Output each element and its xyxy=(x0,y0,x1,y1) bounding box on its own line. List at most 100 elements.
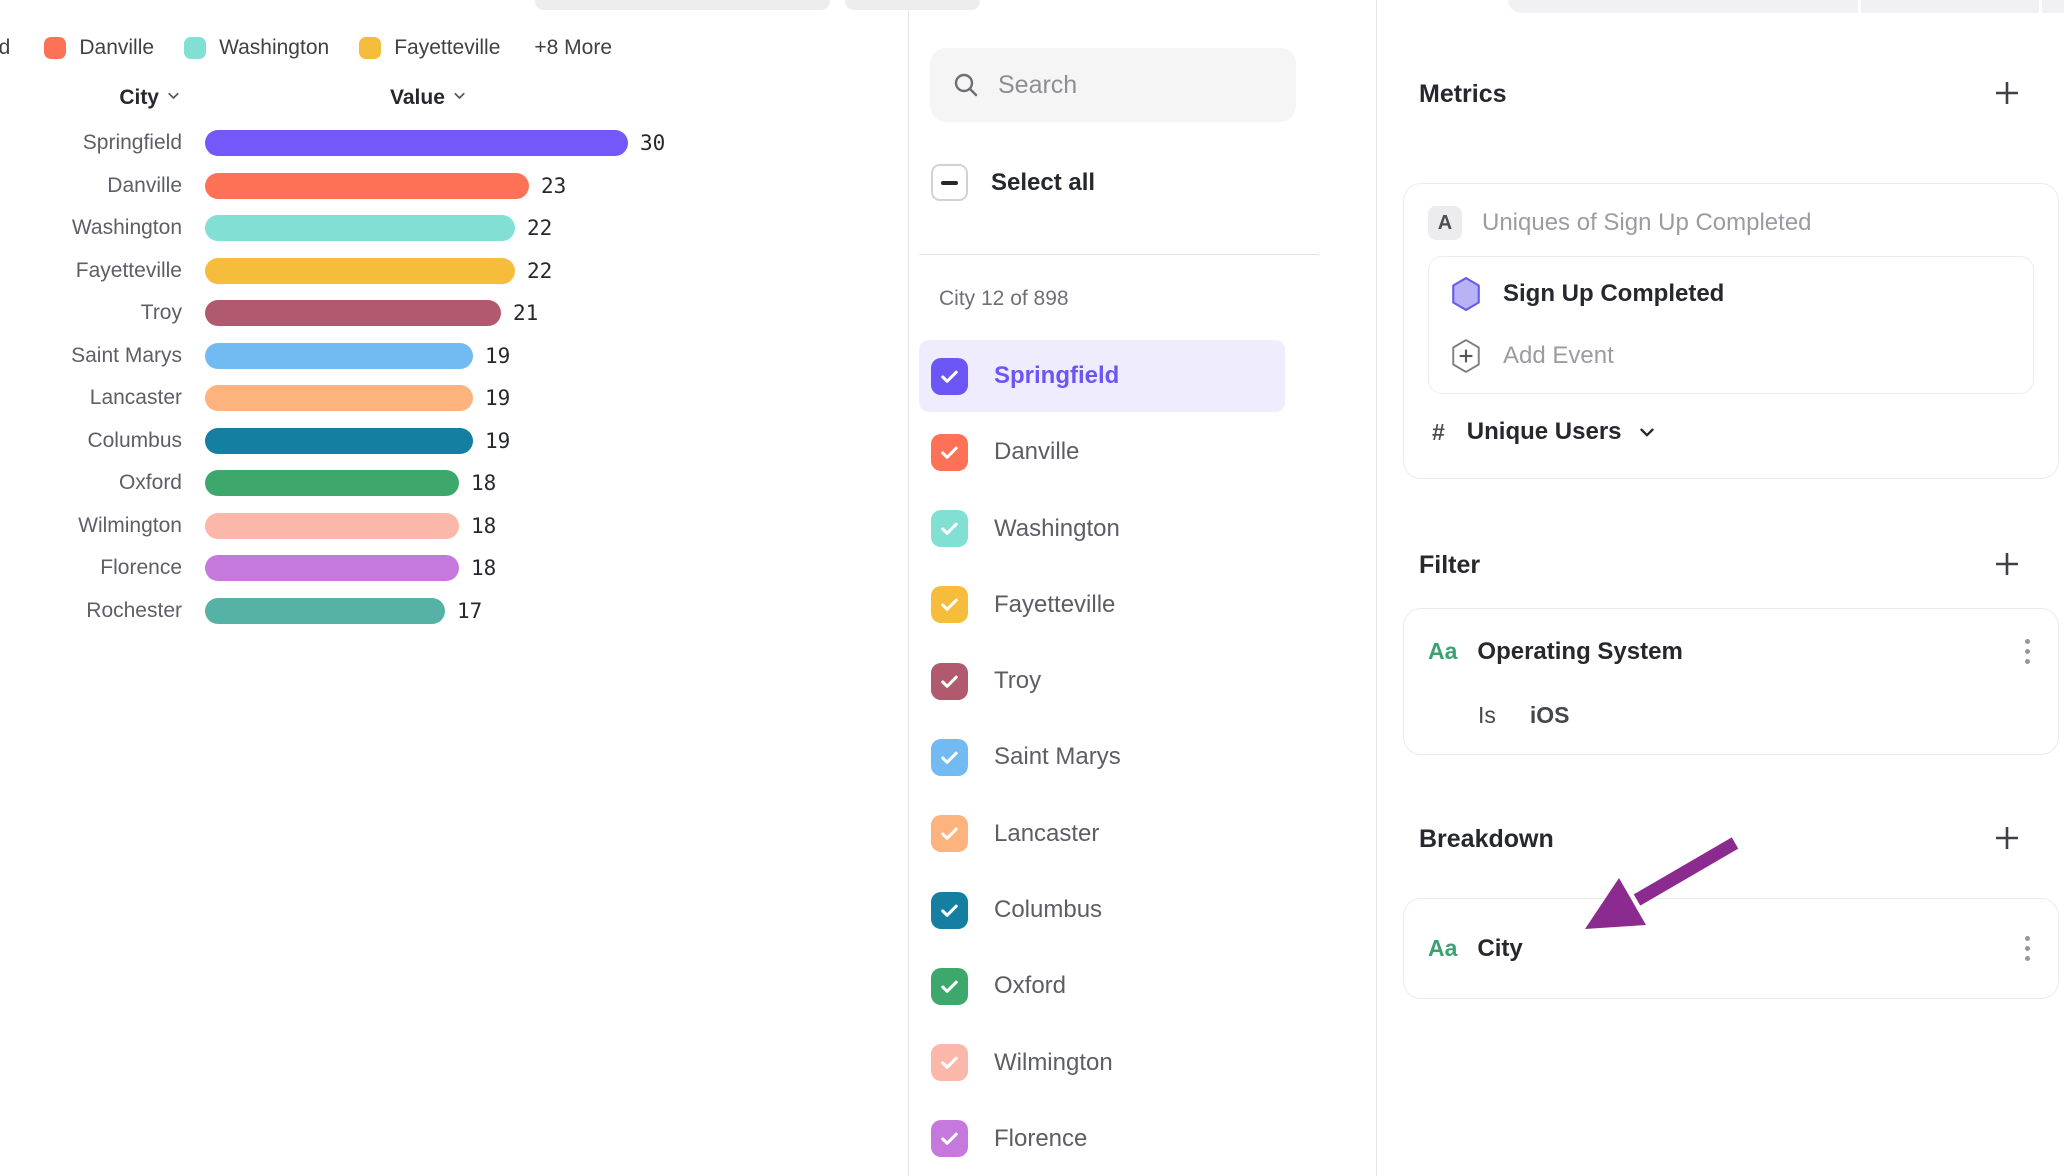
select-all-label: Select all xyxy=(991,169,1095,197)
city-list-item[interactable]: Wilmington xyxy=(919,1027,1285,1099)
bar[interactable] xyxy=(205,258,515,284)
chevron-down-icon xyxy=(165,87,182,104)
select-all-row[interactable]: Select all xyxy=(931,164,1095,201)
bar[interactable] xyxy=(205,130,628,156)
clipped-tab-strip xyxy=(1508,0,2064,13)
legend-item-clipped: ld xyxy=(0,36,10,60)
legend-item[interactable]: Fayetteville xyxy=(359,36,500,60)
chart-row: Columbus19 xyxy=(0,420,908,463)
minus-icon xyxy=(941,181,958,185)
chevron-down-icon xyxy=(1636,421,1658,443)
search-box[interactable] xyxy=(930,48,1296,122)
kebab-menu-icon[interactable] xyxy=(2021,932,2034,965)
chevron-down-icon xyxy=(451,87,468,104)
city-list-item[interactable]: Oxford xyxy=(919,950,1285,1022)
add-event-label: Add Event xyxy=(1503,342,1614,370)
add-event-row[interactable]: Add Event xyxy=(1451,339,2011,373)
bar[interactable] xyxy=(205,428,473,454)
bar[interactable] xyxy=(205,385,473,411)
filter-section-header: Filter xyxy=(1419,551,1480,580)
city-list-item[interactable]: Danville xyxy=(919,416,1285,488)
metric-title: Uniques of Sign Up Completed xyxy=(1482,209,1812,237)
city-list-item[interactable]: Troy xyxy=(919,645,1285,717)
city-item-label: Saint Marys xyxy=(994,743,1121,771)
sort-by-value-header[interactable]: Value xyxy=(390,86,468,110)
city-checkbox-checked[interactable] xyxy=(931,434,968,471)
value-header-label: Value xyxy=(390,86,445,109)
inspector-panel: Metrics A Uniques of Sign Up Completed S… xyxy=(1377,0,2064,1176)
bar[interactable] xyxy=(205,215,515,241)
city-list-item[interactable]: Saint Marys xyxy=(919,721,1285,793)
city-item-label: Columbus xyxy=(994,896,1102,924)
breakdown-property-name: City xyxy=(1477,935,1522,963)
filter-condition-row[interactable]: Is iOS xyxy=(1428,702,2034,729)
chart-row: Lancaster19 xyxy=(0,377,908,420)
bar[interactable] xyxy=(205,173,529,199)
divider xyxy=(919,254,1319,255)
city-list-item[interactable]: Columbus xyxy=(919,874,1285,946)
bar[interactable] xyxy=(205,343,473,369)
filter-property-row[interactable]: Aa Operating System xyxy=(1428,635,2034,668)
city-list-item[interactable]: Washington xyxy=(919,493,1285,565)
bar[interactable] xyxy=(205,470,459,496)
city-checkbox-list: SpringfieldDanville Washington Fayettevill… xyxy=(919,340,1285,1175)
city-checkbox-checked[interactable] xyxy=(931,663,968,700)
metric-title-row: A Uniques of Sign Up Completed xyxy=(1428,206,2034,240)
text-property-type-icon: Aa xyxy=(1428,935,1457,962)
city-list-item[interactable]: Fayetteville xyxy=(919,569,1285,641)
bar-value-label: 18 xyxy=(471,471,496,495)
city-header-label: City xyxy=(119,86,159,109)
bar[interactable] xyxy=(205,513,459,539)
metrics-section-header: Metrics xyxy=(1419,80,1507,109)
city-list-item[interactable]: Springfield xyxy=(919,340,1285,412)
bar-chart-panel: ld Danville Washington Fayetteville +8 Mor… xyxy=(0,0,908,1176)
city-checkbox-checked[interactable] xyxy=(931,586,968,623)
search-input[interactable] xyxy=(998,71,1278,100)
city-checkbox-checked[interactable] xyxy=(931,510,968,547)
city-checkbox-checked[interactable] xyxy=(931,1044,968,1081)
bar-category-label: Springfield xyxy=(0,131,182,155)
bar-value-label: 17 xyxy=(457,599,482,623)
bar-category-label: Washington xyxy=(0,216,182,240)
city-checkbox-checked[interactable] xyxy=(931,739,968,776)
legend-label: Washington xyxy=(219,36,329,60)
city-checkbox-checked[interactable] xyxy=(931,815,968,852)
sort-by-city-header[interactable]: City xyxy=(0,86,182,110)
city-checkbox-checked[interactable] xyxy=(931,892,968,929)
breakdown-card[interactable]: Aa City xyxy=(1403,898,2059,999)
aggregation-dropdown[interactable]: # Unique Users xyxy=(1428,418,2034,446)
bar-value-label: 22 xyxy=(527,259,552,283)
bar-category-label: Oxford xyxy=(0,471,182,495)
bar[interactable] xyxy=(205,598,445,624)
add-filter-button[interactable] xyxy=(1992,549,2022,579)
city-list-item[interactable]: Lancaster xyxy=(919,798,1285,870)
bar[interactable] xyxy=(205,300,501,326)
legend-item[interactable]: Washington xyxy=(184,36,329,60)
text-property-type-icon: Aa xyxy=(1428,638,1457,665)
legend-more-label[interactable]: +8 More xyxy=(534,36,612,60)
bar-value-label: 18 xyxy=(471,556,496,580)
metric-letter-badge: A xyxy=(1428,206,1462,240)
select-all-checkbox-indeterminate[interactable] xyxy=(931,164,968,201)
add-event-hexagon-icon xyxy=(1451,339,1481,373)
bar[interactable] xyxy=(205,555,459,581)
event-name: Sign Up Completed xyxy=(1503,280,1724,308)
annotation-arrow xyxy=(1377,0,2064,1176)
bar-value-label: 30 xyxy=(640,131,665,155)
legend-item[interactable]: Danville xyxy=(44,36,154,60)
bar-value-label: 18 xyxy=(471,514,496,538)
city-checkbox-checked[interactable] xyxy=(931,358,968,395)
add-metric-button[interactable] xyxy=(1992,78,2022,108)
city-checkbox-checked[interactable] xyxy=(931,968,968,1005)
city-list-item[interactable]: Florence xyxy=(919,1103,1285,1175)
chart-row: Troy21 xyxy=(0,292,908,335)
kebab-menu-icon[interactable] xyxy=(2021,635,2034,668)
add-breakdown-button[interactable] xyxy=(1992,823,2022,853)
chart-row: Fayetteville22 xyxy=(0,250,908,293)
chart-row: Rochester17 xyxy=(0,590,908,633)
event-row[interactable]: Sign Up Completed xyxy=(1451,277,2011,311)
number-type-icon: # xyxy=(1432,419,1445,446)
bar-category-label: Lancaster xyxy=(0,386,182,410)
city-item-label: Washington xyxy=(994,515,1120,543)
city-checkbox-checked[interactable] xyxy=(931,1120,968,1157)
